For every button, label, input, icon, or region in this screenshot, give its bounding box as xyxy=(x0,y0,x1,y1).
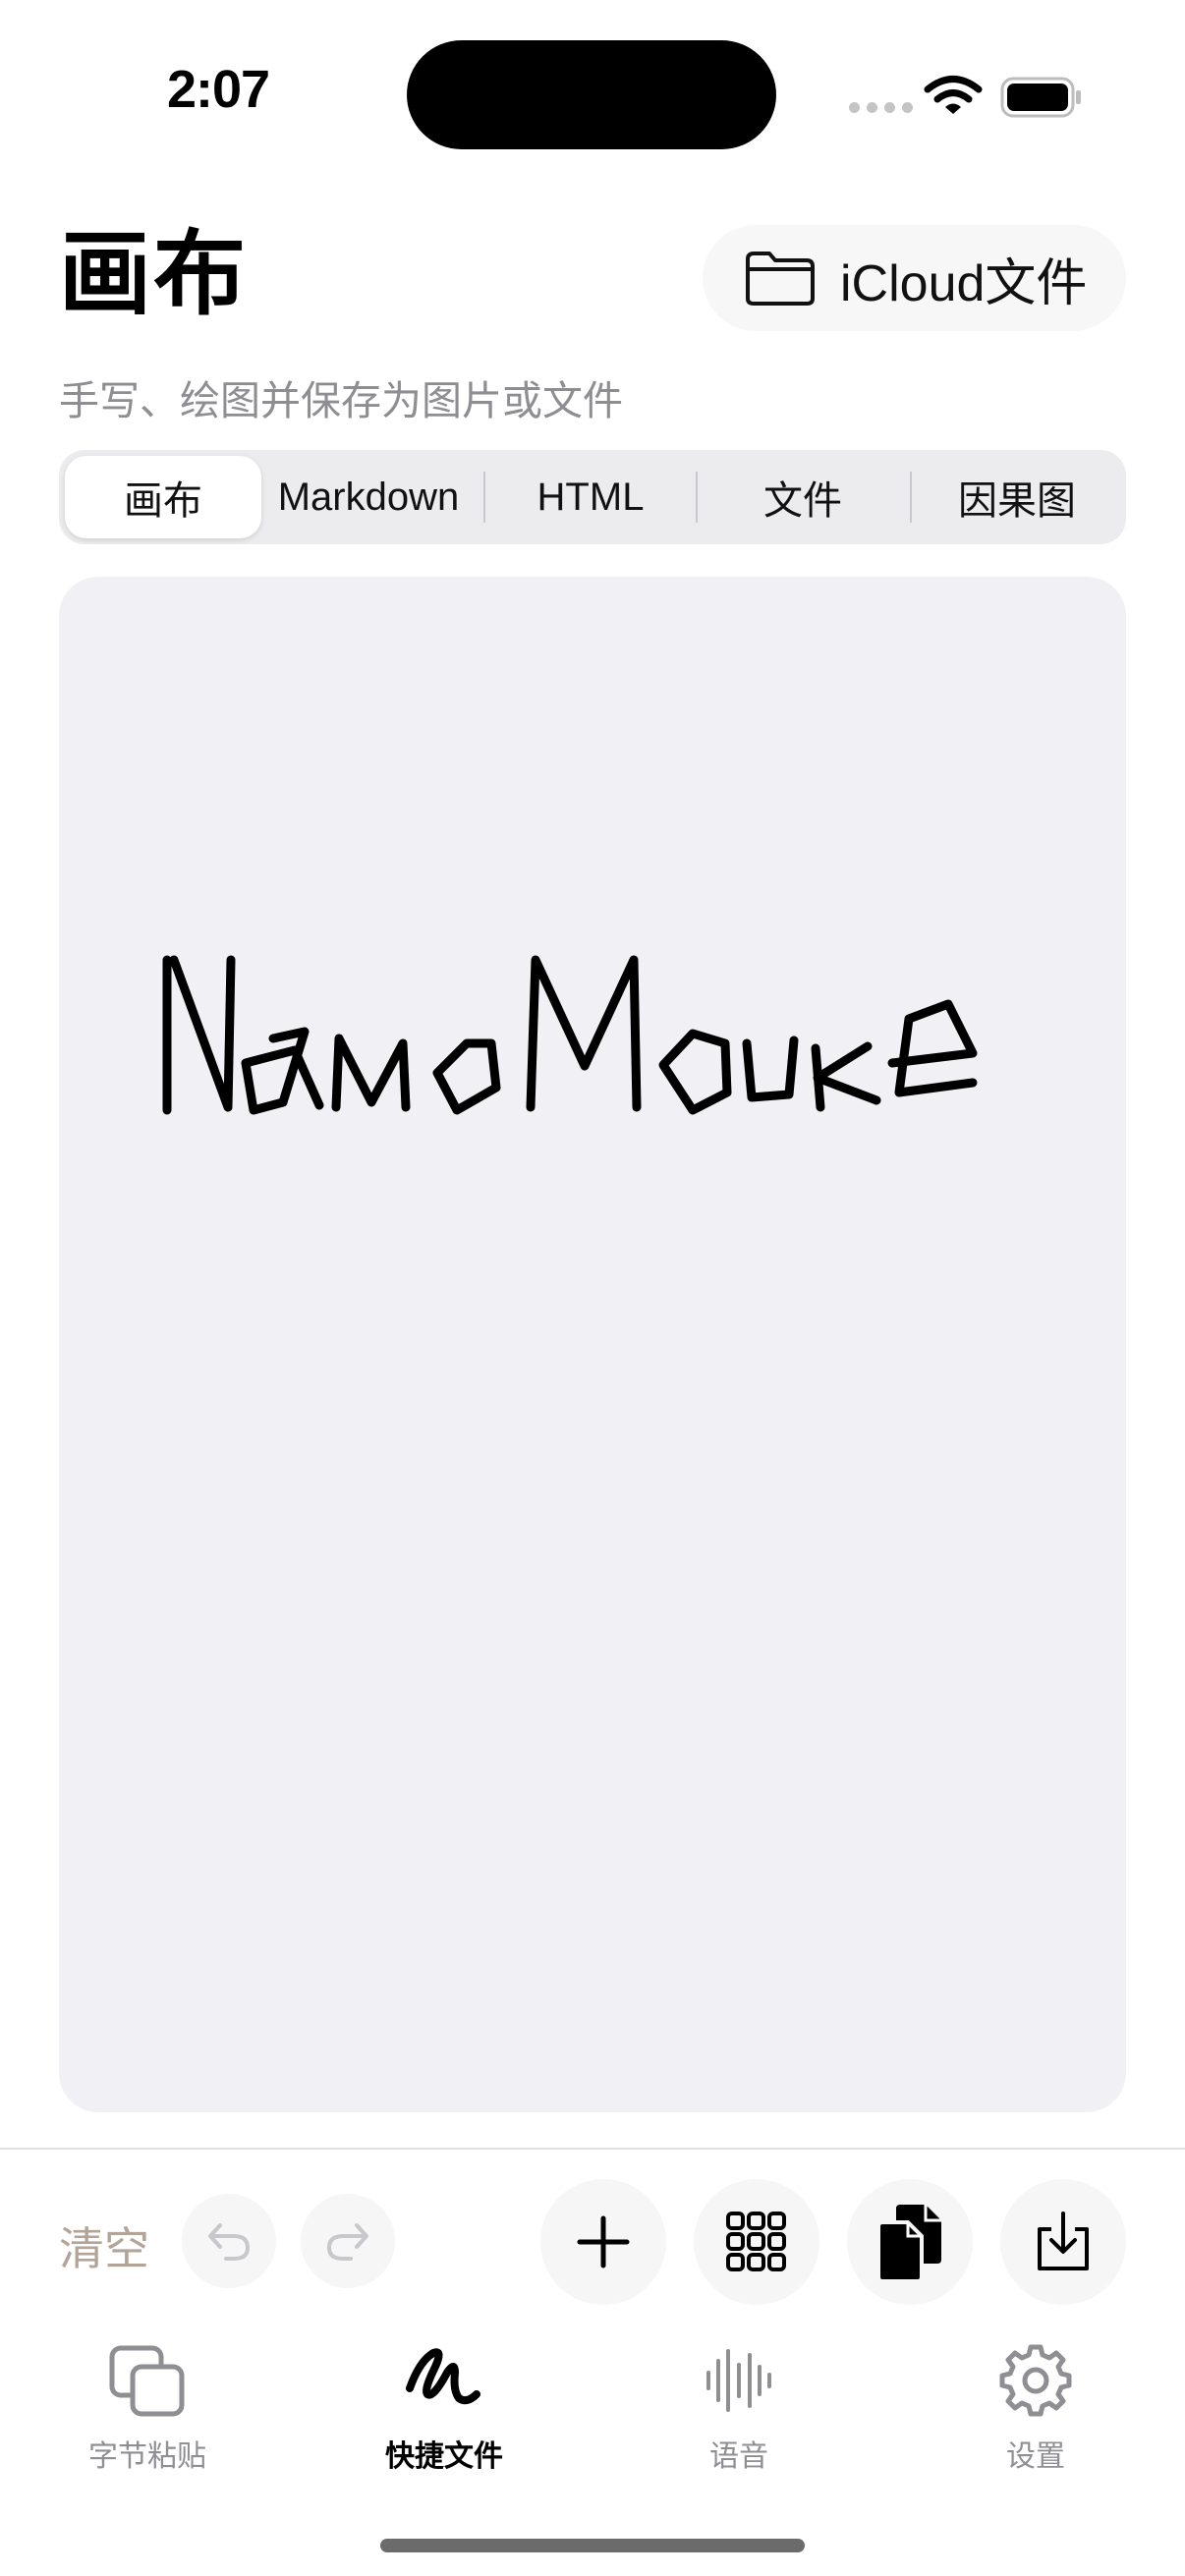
mode-segmented-control: 画布 Markdown HTML 文件 因果图 xyxy=(59,450,1126,544)
tab-byte-paste[interactable]: 字节粘贴 xyxy=(49,2343,246,2475)
scribble-icon xyxy=(406,2348,480,2405)
tab-label: 字节粘贴 xyxy=(88,2440,206,2473)
tab-label: 设置 xyxy=(1006,2440,1065,2473)
tab-voice[interactable]: 语音 xyxy=(641,2343,837,2475)
export-button[interactable] xyxy=(1000,2179,1126,2305)
cellular-signal-icon xyxy=(849,102,913,113)
tab-label: 快捷文件 xyxy=(385,2440,503,2473)
grid-icon xyxy=(726,2212,786,2271)
stacked-squares-icon xyxy=(109,2345,185,2417)
clear-button[interactable]: 清空 xyxy=(59,2213,149,2278)
home-indicator xyxy=(380,2539,805,2552)
icloud-files-label: iCloud文件 xyxy=(840,254,1088,312)
tab-quick-files[interactable]: 快捷文件 xyxy=(346,2343,542,2475)
plus-icon xyxy=(577,2215,630,2268)
tab-label: 语音 xyxy=(709,2440,768,2473)
segment-divider xyxy=(483,472,485,523)
undo-button[interactable] xyxy=(182,2194,276,2288)
segment-canvas[interactable]: 画布 xyxy=(65,456,261,538)
gear-icon xyxy=(999,2344,1072,2417)
add-button[interactable] xyxy=(540,2179,666,2305)
handwritten-drawing xyxy=(162,955,978,1115)
toolbar-divider xyxy=(0,2148,1185,2150)
redo-arrow-icon xyxy=(326,2223,368,2261)
copy-documents-icon xyxy=(876,2205,941,2283)
dynamic-island xyxy=(407,40,776,149)
icloud-files-button[interactable]: iCloud文件 xyxy=(703,225,1126,331)
undo-arrow-icon xyxy=(208,2223,251,2261)
segment-html[interactable]: HTML xyxy=(487,456,694,538)
wifi-icon xyxy=(924,76,983,114)
drawing-canvas[interactable] xyxy=(59,577,1126,2112)
page-subtitle: 手写、绘图并保存为图片或文件 xyxy=(59,378,623,423)
folder-icon xyxy=(746,252,815,306)
battery-icon xyxy=(1000,77,1081,118)
segment-divider xyxy=(910,472,912,523)
waveform-icon xyxy=(706,2349,771,2412)
download-tray-icon xyxy=(1038,2212,1089,2270)
segment-divider xyxy=(696,472,698,523)
redo-button[interactable] xyxy=(301,2194,395,2288)
status-time: 2:07 xyxy=(167,60,270,119)
segment-markdown[interactable]: Markdown xyxy=(267,456,470,538)
copy-button[interactable] xyxy=(847,2179,973,2305)
grid-button[interactable] xyxy=(694,2179,819,2305)
tab-settings[interactable]: 设置 xyxy=(937,2343,1134,2475)
segment-causal-graph[interactable]: 因果图 xyxy=(914,456,1120,538)
page-title: 画布 xyxy=(59,222,249,325)
segment-files[interactable]: 文件 xyxy=(700,456,906,538)
